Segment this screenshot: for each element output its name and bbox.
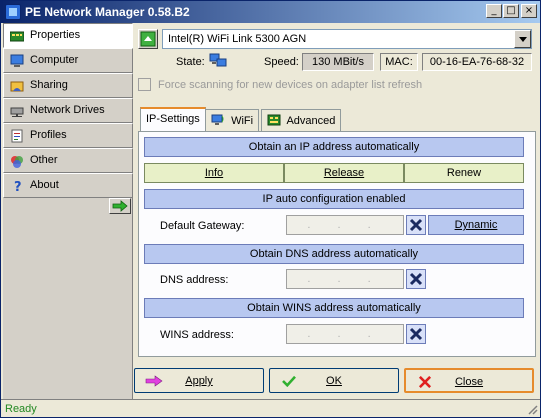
apply-label-text: Apply [185, 375, 213, 387]
ip-settings-panel: Obtain an IP address automatically Info … [138, 131, 536, 357]
state-label: State: [176, 56, 205, 68]
release-button[interactable]: Release [284, 163, 404, 183]
apply-button-label: Apply [135, 375, 263, 387]
tab-ip-settings[interactable]: IP-Settings [140, 107, 206, 131]
obtain-ip-toggle[interactable]: Obtain an IP address automatically [144, 137, 524, 157]
wins-address-label: WINS address: [160, 329, 234, 341]
close-button[interactable]: Close [404, 368, 534, 393]
dynamic-button-label: Dynamic [454, 219, 498, 231]
wifi-icon [211, 114, 224, 125]
other-icon [11, 156, 23, 168]
title-bar[interactable]: PE Network Manager 0.58.B2 _ □ × [1, 1, 540, 23]
default-gateway-label: Default Gateway: [160, 220, 245, 232]
clear-icon [409, 327, 423, 341]
obtain-wins-toggle[interactable]: Obtain WINS address automatically [144, 298, 524, 318]
ip-action-row: Info Release Renew [144, 163, 524, 183]
status-bar: Ready [1, 399, 540, 417]
default-gateway-field[interactable]: . . . [286, 215, 404, 235]
release-button-label: Release [323, 167, 365, 179]
ok-button-label: OK [270, 375, 398, 387]
close-label-text: Close [454, 376, 484, 388]
sidebar-item-label: Properties [30, 29, 81, 41]
sidebar-item-other[interactable]: Other [3, 148, 133, 173]
sidebar-item-label: Sharing [30, 79, 68, 91]
renew-button[interactable]: Renew [404, 163, 524, 183]
resize-grip-icon[interactable] [526, 403, 538, 415]
refresh-adapters-button[interactable] [138, 29, 158, 49]
computer-icon [10, 54, 24, 67]
clear-gateway-button[interactable] [406, 215, 426, 235]
clear-wins-button[interactable] [406, 324, 426, 344]
clear-dns-button[interactable] [406, 269, 426, 289]
sidebar-item-properties[interactable]: Properties [3, 23, 133, 48]
tab-label: IP-Settings [146, 113, 200, 125]
app-icon [5, 4, 21, 20]
sidebar-item-sharing[interactable]: Sharing [3, 73, 133, 98]
adapter-select-value: Intel(R) WiFi Link 5300 AGN [168, 33, 307, 45]
dns-address-label: DNS address: [160, 274, 229, 286]
wins-address-field[interactable]: . . . [286, 324, 404, 344]
next-page-button[interactable] [109, 198, 131, 214]
info-button[interactable]: Info [144, 163, 284, 183]
profiles-icon [11, 129, 23, 143]
close-button-label: Close [406, 376, 532, 388]
sidebar-item-network-drives[interactable]: Network Drives [3, 98, 133, 123]
app-window: PE Network Manager 0.58.B2 _ □ × Propert… [0, 0, 541, 418]
tab-label: WiFi [231, 115, 254, 127]
tab-advanced[interactable]: Advanced [261, 109, 342, 131]
advanced-icon [267, 114, 281, 126]
chevron-down-icon[interactable] [514, 30, 531, 48]
mac-label: MAC: [380, 53, 418, 71]
mac-value: 00-16-EA-76-68-32 [422, 53, 532, 71]
sharing-icon [10, 81, 24, 92]
speed-value: 130 MBit/s [302, 53, 374, 71]
adapter-select[interactable]: Intel(R) WiFi Link 5300 AGN [162, 29, 532, 49]
minimize-button[interactable]: _ [486, 4, 502, 18]
window-title: PE Network Manager 0.58.B2 [25, 5, 190, 19]
clear-icon [409, 272, 423, 286]
sidebar-item-label: Network Drives [30, 104, 105, 116]
close-window-button[interactable]: × [521, 4, 537, 18]
ok-button[interactable]: OK [269, 368, 399, 393]
maximize-button[interactable]: □ [503, 4, 519, 18]
renew-button-label: Renew [446, 167, 482, 179]
tab-wifi[interactable]: WiFi [205, 109, 260, 131]
ok-label-text: OK [326, 375, 342, 387]
main-panel: Intel(R) WiFi Link 5300 AGN State: Speed… [134, 23, 540, 399]
ip-auto-config-toggle[interactable]: IP auto configuration enabled [144, 189, 524, 209]
sidebar-item-label: Other [30, 154, 58, 166]
sidebar: Properties Computer Sharing Network Driv… [3, 23, 133, 399]
info-button-label: Info [204, 167, 224, 179]
tab-label: Advanced [286, 115, 336, 127]
force-scan-label: Force scanning for new devices on adapte… [158, 79, 423, 91]
sidebar-item-label: Computer [30, 54, 79, 66]
sidebar-item-label: Profiles [30, 129, 67, 141]
arrow-right-icon [112, 200, 128, 212]
svg-text:?: ? [14, 180, 22, 193]
apply-button[interactable]: Apply [134, 368, 264, 393]
sidebar-item-about[interactable]: ? About [3, 173, 133, 198]
properties-icon [10, 31, 24, 42]
checkbox-box[interactable] [138, 78, 151, 91]
network-status-icon [209, 53, 227, 67]
obtain-dns-toggle[interactable]: Obtain DNS address automatically [144, 244, 524, 264]
sidebar-item-profiles[interactable]: Profiles [3, 123, 133, 148]
dynamic-button[interactable]: Dynamic [428, 215, 524, 235]
about-icon: ? [14, 180, 22, 193]
clear-icon [409, 218, 423, 232]
network-drives-icon [10, 107, 24, 117]
sidebar-item-computer[interactable]: Computer [3, 48, 133, 73]
status-text: Ready [5, 403, 37, 415]
sidebar-item-label: About [30, 179, 59, 191]
dns-address-field[interactable]: . . . [286, 269, 404, 289]
refresh-icon [140, 31, 156, 47]
speed-label: Speed: [264, 56, 299, 68]
